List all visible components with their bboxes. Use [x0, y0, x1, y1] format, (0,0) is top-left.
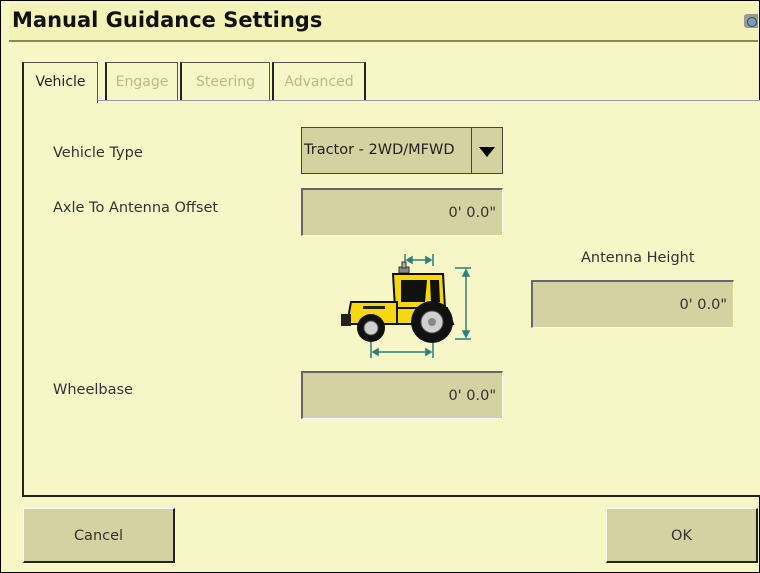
wheelbase-label: Wheelbase — [53, 382, 133, 398]
ok-button-label: OK — [671, 528, 692, 544]
antenna-height-value: 0' 0.0" — [679, 297, 727, 313]
axle-offset-field[interactable]: 0' 0.0" — [301, 188, 503, 236]
axle-offset-value: 0' 0.0" — [448, 205, 496, 221]
wheelbase-value: 0' 0.0" — [448, 388, 496, 404]
antenna-height-dimension — [455, 267, 471, 340]
wheelbase-dimension — [370, 342, 434, 358]
tab-vehicle[interactable]: Vehicle — [22, 62, 98, 103]
chevron-down-icon[interactable] — [471, 128, 502, 173]
wheelbase-field[interactable]: 0' 0.0" — [301, 371, 503, 419]
vehicle-type-value: Tractor - 2WD/MFWD — [304, 142, 455, 158]
camera-icon[interactable] — [744, 14, 758, 28]
cancel-button[interactable]: Cancel — [23, 508, 175, 563]
title-bar: Manual Guidance Settings — [9, 4, 758, 42]
axle-offset-dimension — [404, 254, 434, 266]
tab-label: Engage — [115, 74, 169, 90]
vehicle-type-dropdown[interactable]: Tractor - 2WD/MFWD — [301, 127, 503, 174]
tab-label: Vehicle — [35, 74, 86, 90]
antenna-height-field[interactable]: 0' 0.0" — [531, 280, 734, 328]
tab-steering[interactable]: Steering — [180, 62, 270, 101]
tractor-diagram — [341, 254, 471, 358]
tab-label: Advanced — [284, 74, 354, 90]
axle-offset-label: Axle To Antenna Offset — [53, 200, 219, 216]
antenna-height-label: Antenna Height — [581, 250, 695, 266]
tab-label: Steering — [195, 74, 255, 90]
window-title: Manual Guidance Settings — [12, 8, 323, 32]
tab-engage[interactable]: Engage — [105, 62, 178, 101]
cancel-button-label: Cancel — [73, 528, 124, 544]
ok-button[interactable]: OK — [606, 508, 758, 563]
vehicle-type-label: Vehicle Type — [53, 145, 143, 161]
tab-advanced[interactable]: Advanced — [272, 62, 366, 101]
